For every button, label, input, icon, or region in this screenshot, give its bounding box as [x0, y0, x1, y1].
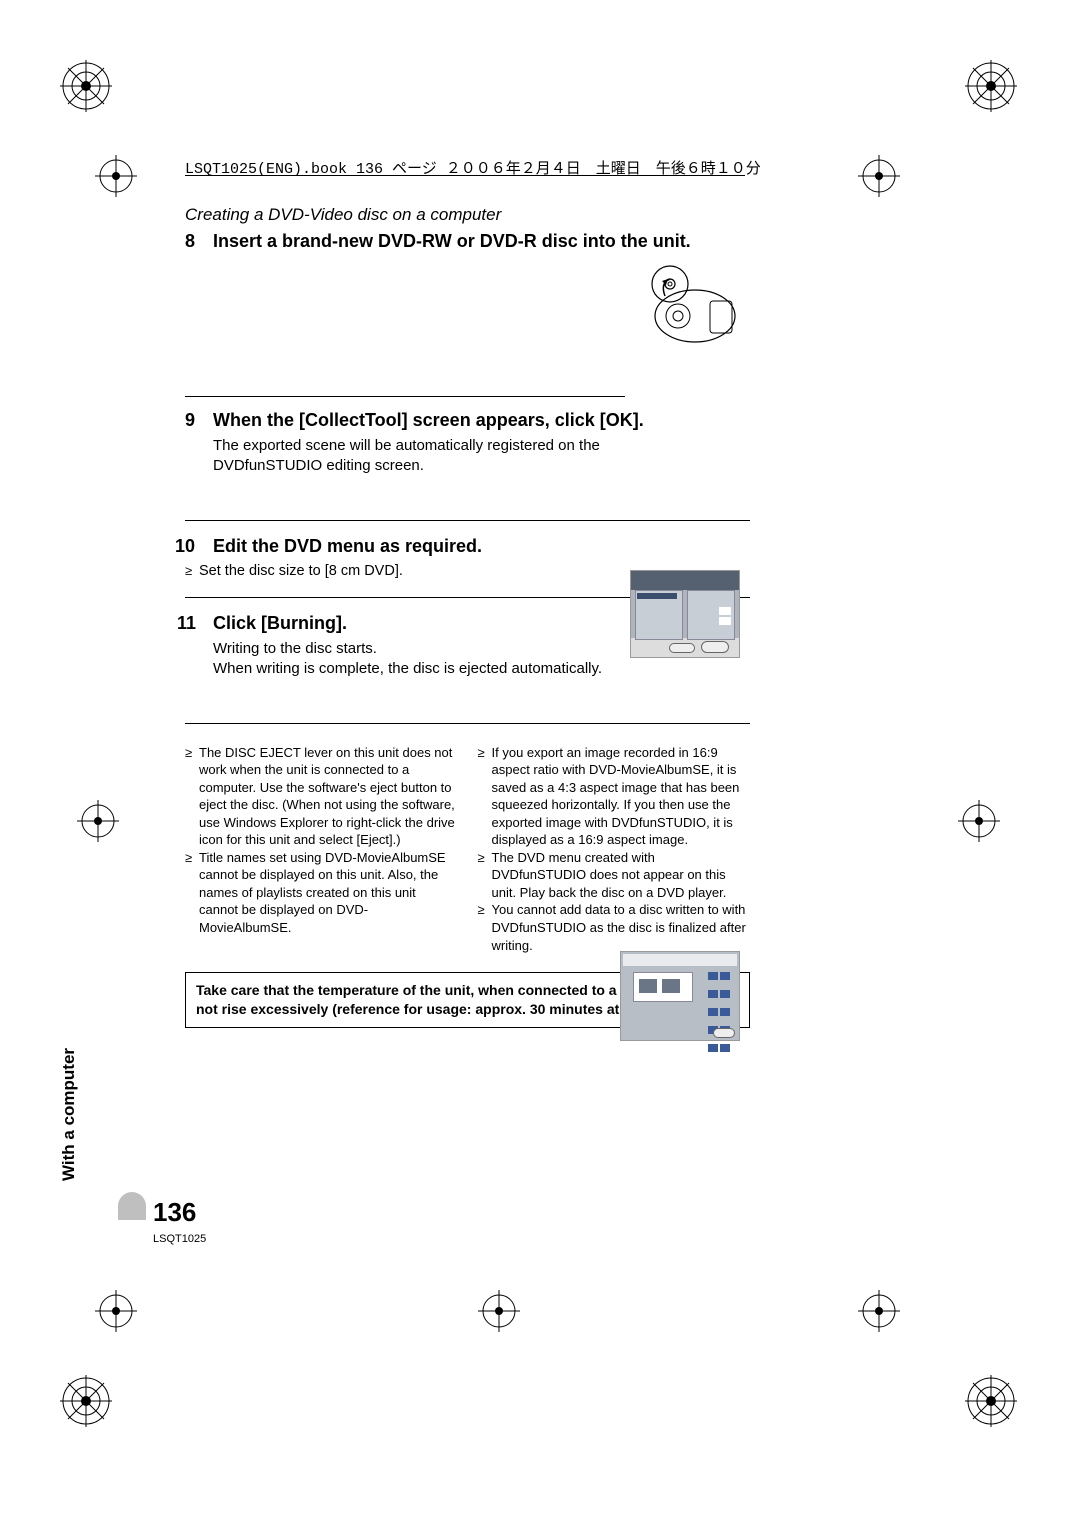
header-rule: [185, 175, 745, 176]
notes-column-right: If you export an image recorded in 16:9 …: [478, 744, 751, 955]
note-item: Title names set using DVD-MovieAlbumSE c…: [185, 849, 458, 937]
step-body-line: Writing to the disc starts.: [213, 640, 377, 657]
chapter-tab-cap: [118, 1192, 146, 1220]
doc-id: LSQT1025: [153, 1233, 206, 1245]
step-body: Writing to the disc starts. When writing…: [185, 639, 655, 680]
note-item: You cannot add data to a disc written to…: [478, 901, 751, 954]
registration-mark-icon: [858, 1290, 900, 1332]
page-number: 136: [153, 1197, 196, 1228]
step-bullet: Set the disc size to [8 cm DVD].: [185, 562, 750, 582]
registration-mark-icon: [95, 1290, 137, 1332]
registration-mark-icon: [958, 800, 1000, 842]
notes-column-left: The DISC EJECT lever on this unit does n…: [185, 744, 458, 955]
section-title: Creating a DVD-Video disc on a computer: [185, 205, 750, 225]
step-heading: Click [Burning].: [185, 613, 750, 634]
step-number: 11: [177, 613, 196, 634]
corner-radial-icon: [965, 60, 1017, 112]
note-item: The DVD menu created with DVDfunSTUDIO d…: [478, 849, 751, 902]
note-item: The DISC EJECT lever on this unit does n…: [185, 744, 458, 849]
registration-mark-icon: [478, 1290, 520, 1332]
chapter-tab-label: With a computer: [59, 1021, 79, 1181]
step-number: 9: [185, 410, 195, 431]
note-item: If you export an image recorded in 16:9 …: [478, 744, 751, 849]
registration-mark-icon: [95, 155, 137, 197]
divider: [185, 723, 750, 724]
step-11: 11 Click [Burning]. Writing to the disc …: [185, 613, 750, 708]
step-body-line: When writing is complete, the disc is ej…: [213, 660, 602, 677]
registration-mark-icon: [858, 155, 900, 197]
chapter-tab: With a computer: [118, 1050, 146, 1220]
burning-screenshot: [620, 951, 740, 1041]
step-9: 9 When the [CollectTool] screen appears,…: [185, 410, 750, 505]
divider: [185, 396, 625, 397]
registration-mark-icon: [77, 800, 119, 842]
notes-section: The DISC EJECT lever on this unit does n…: [185, 739, 750, 955]
step-8: 8 Insert a brand-new DVD-RW or DVD-R dis…: [185, 231, 750, 361]
camcorder-illustration: [640, 261, 740, 351]
page-content: Creating a DVD-Video disc on a computer …: [185, 205, 750, 1028]
corner-radial-icon: [60, 1375, 112, 1427]
corner-radial-icon: [965, 1375, 1017, 1427]
corner-radial-icon: [60, 60, 112, 112]
step-heading: When the [CollectTool] screen appears, c…: [185, 410, 750, 431]
step-number: 10: [175, 536, 195, 557]
step-10: 10 Edit the DVD menu as required. Set th…: [185, 536, 750, 582]
step-heading: Insert a brand-new DVD-RW or DVD-R disc …: [185, 231, 750, 252]
step-heading: Edit the DVD menu as required.: [185, 536, 750, 557]
divider: [185, 520, 750, 521]
step-body: The exported scene will be automatically…: [185, 436, 600, 477]
step-number: 8: [185, 231, 195, 252]
